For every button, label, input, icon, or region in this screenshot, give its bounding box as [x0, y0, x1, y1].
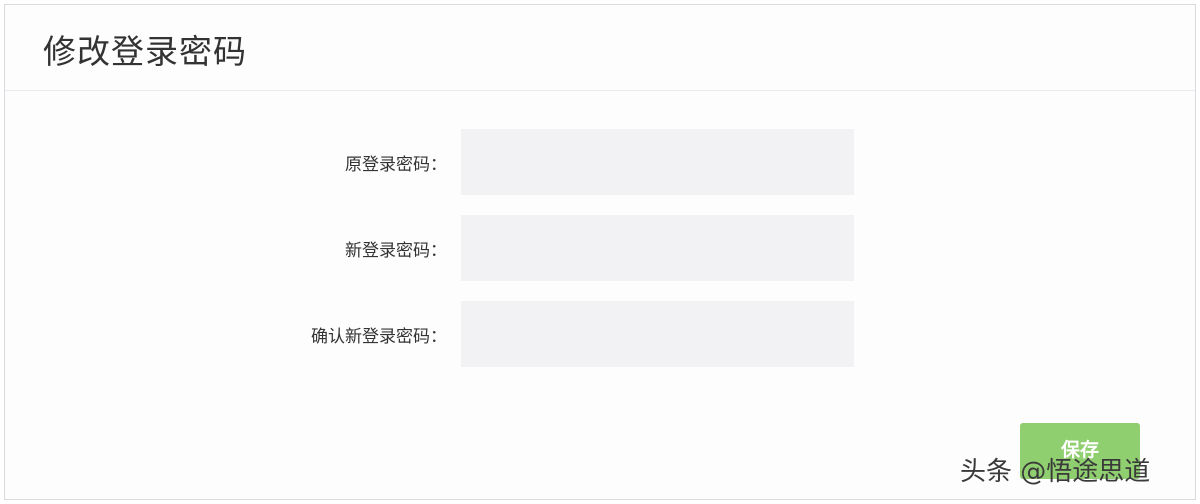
watermark: 头条 @悟途思道 [960, 457, 1151, 487]
new-password-label: 新登录密码： [345, 241, 447, 261]
confirm-password-input[interactable] [461, 301, 854, 367]
new-password-row: 新登录密码： [5, 215, 1195, 281]
panel-header: 修改登录密码 [5, 5, 1195, 91]
old-password-input[interactable] [461, 129, 854, 195]
confirm-password-label: 确认新登录密码： [311, 327, 447, 347]
change-password-panel: 修改登录密码 原登录密码： 新登录密码： 确认新登录密码： 保存 [4, 4, 1196, 500]
confirm-password-row: 确认新登录密码： [5, 301, 1195, 367]
old-password-label: 原登录密码： [345, 155, 447, 175]
old-password-row: 原登录密码： [5, 129, 1195, 195]
new-password-input[interactable] [461, 215, 854, 281]
page-title: 修改登录密码 [43, 32, 247, 71]
